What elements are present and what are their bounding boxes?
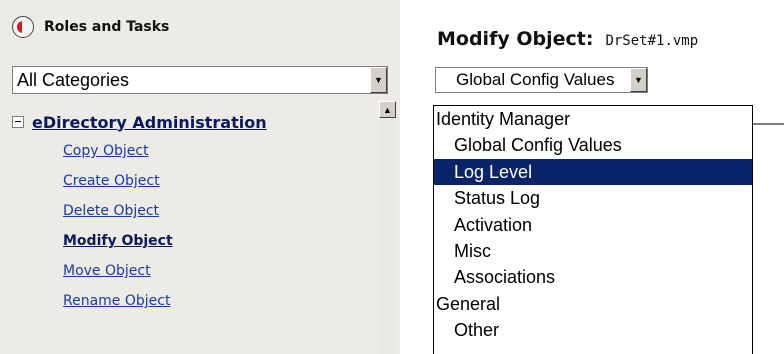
roles-header: Roles and Tasks bbox=[12, 12, 169, 42]
config-select[interactable]: Global Config Values ▼ bbox=[435, 67, 648, 93]
scroll-up-arrow-icon[interactable]: ▲ bbox=[379, 101, 396, 118]
task-item: Create Object bbox=[63, 166, 368, 196]
config-select-value: Global Config Values bbox=[456, 70, 615, 89]
roles-title: Roles and Tasks bbox=[44, 19, 170, 35]
task-link-modify-object[interactable]: Modify Object bbox=[63, 233, 173, 249]
task-list: Copy Object Create Object Delete Object … bbox=[12, 136, 368, 316]
page-title: Modify Object: bbox=[437, 28, 594, 50]
dropdown-option-group-general[interactable]: General bbox=[434, 291, 752, 317]
section-title[interactable]: eDirectory Administration bbox=[32, 113, 267, 132]
chevron-down-icon[interactable]: ▼ bbox=[630, 68, 647, 92]
category-select-value: All Categories bbox=[17, 69, 130, 90]
task-item: Rename Object bbox=[63, 286, 368, 316]
task-link-move-object[interactable]: Move Object bbox=[63, 263, 151, 279]
task-tree: eDirectory Administration Copy Object Cr… bbox=[12, 108, 368, 316]
dropdown-option-status-log[interactable]: Status Log bbox=[434, 185, 752, 211]
dropdown-option-log-level[interactable]: Log Level bbox=[434, 158, 752, 186]
task-item: Modify Object bbox=[63, 226, 368, 256]
dropdown-option-group-identity-manager[interactable]: Identity Manager bbox=[434, 106, 752, 132]
config-dropdown-list: Identity Manager Global Config Values Lo… bbox=[433, 105, 753, 354]
divider-line bbox=[752, 123, 784, 125]
task-link-rename-object[interactable]: Rename Object bbox=[63, 293, 170, 309]
task-item: Copy Object bbox=[63, 136, 368, 166]
dropdown-option-misc[interactable]: Misc bbox=[434, 238, 752, 264]
dropdown-option-activation[interactable]: Activation bbox=[434, 212, 752, 238]
task-item: Move Object bbox=[63, 256, 368, 286]
task-link-create-object[interactable]: Create Object bbox=[63, 173, 160, 189]
roles-tasks-icon bbox=[12, 16, 34, 38]
chevron-down-icon[interactable]: ▼ bbox=[370, 67, 387, 93]
task-item: Delete Object bbox=[63, 196, 368, 226]
object-name: DrSet#1.vmp bbox=[605, 33, 699, 49]
dropdown-option-associations[interactable]: Associations bbox=[434, 264, 752, 290]
task-scrollbar[interactable]: ▲ bbox=[379, 101, 396, 354]
dropdown-option-other[interactable]: Other bbox=[434, 317, 752, 343]
task-link-delete-object[interactable]: Delete Object bbox=[63, 203, 159, 219]
collapse-minus-icon[interactable] bbox=[12, 116, 24, 128]
category-select[interactable]: All Categories ▼ bbox=[12, 66, 388, 94]
modify-header: Modify Object: DrSet#1.vmp bbox=[437, 28, 698, 50]
section-header: eDirectory Administration bbox=[12, 108, 368, 136]
roles-and-tasks-panel: Roles and Tasks All Categories ▼ eDirect… bbox=[0, 0, 400, 354]
dropdown-option-global-config-values[interactable]: Global Config Values bbox=[434, 132, 752, 158]
task-link-copy-object[interactable]: Copy Object bbox=[63, 143, 149, 159]
